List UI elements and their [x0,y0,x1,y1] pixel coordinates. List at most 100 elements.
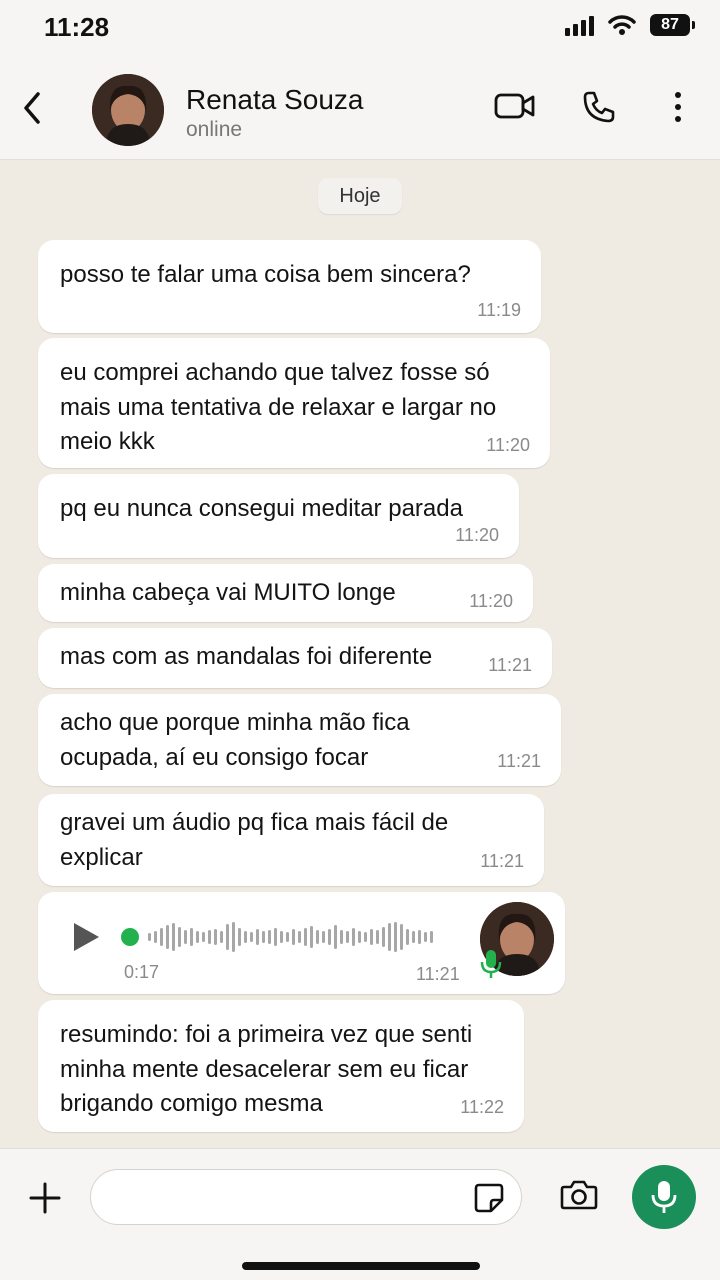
message-bubble[interactable]: mas com as mandalas foi diferente 11:21 [38,628,552,688]
waveform-bar [184,930,187,944]
message-text: minha cabeça vai MUITO longe [60,579,396,606]
signal-icon [565,14,594,36]
waveform-bar [154,931,157,943]
plus-icon[interactable] [28,1181,62,1215]
message-bubble[interactable]: gravei um áudio pq fica mais fácil de ex… [38,794,544,886]
waveform-bar [196,931,199,943]
message-time: 11:20 [455,525,499,545]
waveform-bar [190,928,193,946]
chat-area[interactable]: Hoje posso te falar uma coisa bem sincer… [0,160,720,1148]
waveform-bar [370,929,373,945]
waveform-bar [418,930,421,944]
message-time: 11:20 [486,435,530,455]
waveform-bar [286,932,289,942]
contact-name[interactable]: Renata Souza [186,84,363,116]
waveform-bar [166,925,169,949]
message-time: 11:21 [480,851,524,871]
waveform-bar [208,930,211,944]
waveform-bar [298,931,301,943]
voice-record-button[interactable] [632,1165,696,1229]
waveform-bar [400,924,403,950]
waveform-bar [304,928,307,946]
waveform-bar [220,931,223,943]
mic-icon [480,950,502,978]
waveform-bar [340,930,343,944]
wifi-icon [608,15,636,35]
message-time: 11:19 [477,300,521,320]
message-time: 11:21 [416,964,460,984]
waveform-bar [202,932,205,942]
waveform-bar [178,927,181,947]
waveform-bar [328,929,331,945]
message-text: posso te falar uma coisa bem sincera? [60,261,471,288]
waveform-bar [256,929,259,945]
message-bubble[interactable]: pq eu nunca consegui meditar parada 11:2… [38,474,519,558]
status-bar: 11:28 87 [0,0,720,58]
message-time: 11:21 [488,655,532,675]
waveform-bar [280,931,283,943]
message-bubble[interactable]: posso te falar uma coisa bem sincera? 11… [38,240,541,333]
waveform-bar [226,924,229,950]
waveform-bar [262,931,265,943]
input-bar [0,1148,720,1280]
date-label: Hoje [318,178,402,214]
chat-header: Renata Souza online [0,58,720,160]
waveform-bar [268,930,271,944]
message-bubble[interactable]: minha cabeça vai MUITO longe 11:20 [38,564,533,622]
message-time: 11:22 [460,1097,504,1117]
audio-waveform[interactable] [148,920,433,954]
avatar[interactable] [92,74,164,146]
play-icon[interactable] [72,922,100,952]
waveform-bar [412,931,415,943]
message-bubble[interactable]: eu comprei achando que talvez fosse só m… [38,338,550,468]
back-arrow-icon[interactable] [18,88,48,128]
message-text: gravei um áudio pq fica mais fácil de ex… [60,809,449,871]
waveform-bar [160,928,163,946]
waveform-bar [172,923,175,951]
video-call-icon[interactable] [494,90,536,122]
message-bubble[interactable]: acho que porque minha mão fica ocupada, … [38,694,561,786]
message-text: eu comprei achando que talvez fosse só m… [60,359,497,455]
message-text: acho que porque minha mão fica ocupada, … [60,709,410,771]
waveform-bar [292,929,295,945]
waveform-bar [274,928,277,946]
waveform-bar [364,932,367,942]
message-text: resumindo: foi a primeira vez que senti … [60,1021,473,1117]
sticker-icon[interactable] [473,1182,505,1214]
waveform-bar [214,929,217,945]
waveform-bar [406,929,409,945]
waveform-bar [250,932,253,942]
message-text: pq eu nunca consegui meditar parada [60,495,463,522]
audio-duration: 0:17 [124,962,160,982]
waveform-bar [232,922,235,952]
waveform-bar [394,922,397,952]
message-time: 11:20 [469,591,513,611]
more-vert-icon[interactable] [672,90,684,124]
waveform-bar [388,923,391,951]
waveform-bar [346,931,349,943]
waveform-bar [358,931,361,943]
waveform-bar [310,926,313,948]
status-icons: 87 [565,14,695,36]
mic-icon [651,1181,677,1213]
message-text: mas com as mandalas foi diferente [60,643,433,670]
camera-icon[interactable] [560,1179,598,1211]
playback-position[interactable] [121,928,139,946]
message-bubble[interactable]: resumindo: foi a primeira vez que senti … [38,1000,524,1132]
waveform-bar [376,930,379,944]
home-indicator [242,1262,480,1270]
waveform-bar [148,933,151,941]
waveform-bar [382,927,385,947]
waveform-bar [334,925,337,949]
message-input[interactable] [90,1169,522,1225]
waveform-bar [424,932,427,942]
waveform-bar [244,931,247,943]
phone-icon[interactable] [582,90,616,124]
message-time: 11:21 [497,751,541,771]
waveform-bar [238,928,241,946]
waveform-bar [322,931,325,943]
waveform-bar [316,930,319,944]
waveform-bar [352,928,355,946]
audio-message[interactable]: 0:17 11:21 [38,892,565,994]
battery-icon: 87 [650,14,695,36]
